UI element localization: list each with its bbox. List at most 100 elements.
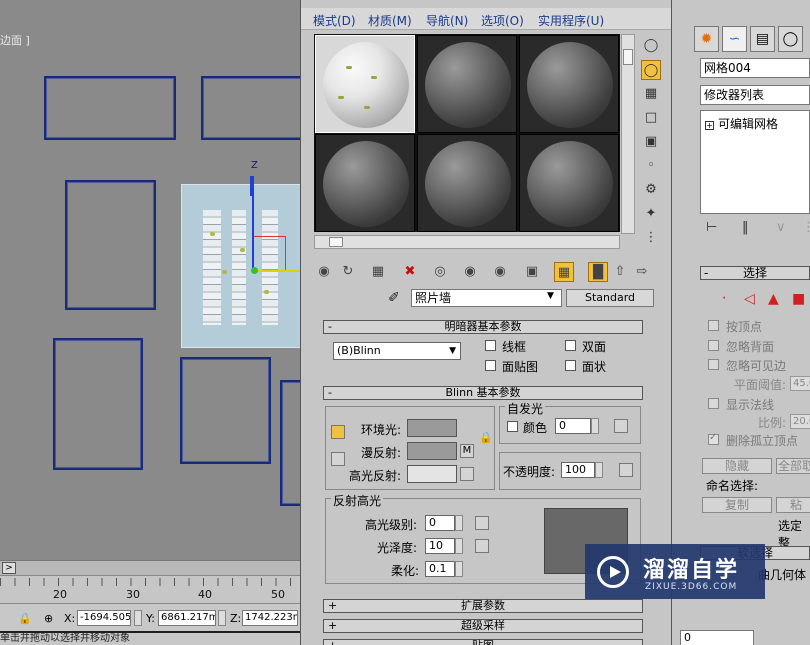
menu-utilities[interactable]: 实用程序(U) (538, 12, 604, 29)
diffuse-color-swatch[interactable] (407, 442, 457, 460)
soften-field[interactable]: 0.1 (425, 561, 455, 577)
object-name-field[interactable]: 网格004 (700, 58, 810, 78)
glossiness-spinner[interactable] (455, 538, 463, 554)
time-slider[interactable]: > (0, 560, 300, 575)
face-map-checkbox[interactable] (485, 360, 496, 371)
go-forward-sibling-icon[interactable]: ⇨ (632, 262, 652, 282)
absolute-mode-icon[interactable]: ⊕ (44, 612, 53, 625)
photo-frame[interactable] (180, 357, 271, 464)
material-name-field[interactable]: 照片墙 (411, 289, 562, 307)
photo-frame[interactable] (53, 338, 143, 470)
material-navigator-icon[interactable]: ⋮ (641, 228, 661, 248)
opacity-map-button[interactable] (619, 463, 633, 477)
specular-level-map-button[interactable] (475, 516, 489, 530)
sample-type-icon[interactable]: ◯ (641, 36, 661, 56)
ambient-lock-icon[interactable] (331, 425, 345, 439)
chevron-down-icon[interactable]: ▼ (547, 291, 554, 301)
maps-rollout[interactable]: + 贴图 (323, 639, 643, 645)
supersampling-rollout[interactable]: + 超级采样 (323, 619, 643, 633)
lock-icon[interactable]: 🔒 (18, 612, 32, 625)
motion-tab[interactable]: ◯ (778, 26, 803, 52)
show-normals-checkbox[interactable] (708, 398, 719, 409)
put-to-library-icon[interactable]: ◉ (490, 262, 510, 282)
material-type-button[interactable]: Standard (566, 289, 654, 307)
faceted-checkbox[interactable] (565, 360, 576, 371)
selection-rollout-header[interactable]: - 选择 (700, 266, 810, 280)
hierarchy-tab[interactable]: ▤ (750, 26, 775, 52)
polygon-icon[interactable]: ■ (792, 291, 805, 307)
specular-map-button[interactable] (460, 467, 474, 481)
ambient-color-swatch[interactable] (407, 419, 457, 437)
select-by-material-icon[interactable]: ✦ (641, 204, 661, 224)
specular-lock-icon[interactable] (331, 452, 345, 466)
self-illum-spinner[interactable] (591, 418, 599, 434)
opacity-spinner[interactable] (595, 462, 603, 478)
go-to-parent-icon[interactable]: ⇧ (610, 262, 630, 282)
ignore-visible-edges-checkbox[interactable] (708, 359, 719, 370)
lock-icon[interactable]: 🔒 (479, 431, 493, 444)
blinn-rollout-header[interactable]: - Blinn 基本参数 (323, 386, 643, 400)
specular-level-field[interactable]: 0 (425, 515, 455, 531)
show-end-result-icon[interactable]: ‖ (742, 220, 749, 235)
shader-rollout-header[interactable]: - 明暗器基本参数 (323, 320, 643, 334)
wire-checkbox[interactable] (485, 340, 496, 351)
assign-to-selection-icon[interactable]: ▦ (368, 262, 388, 282)
x-coordinate-field[interactable]: -1694.505 (77, 610, 131, 626)
specular-level-spinner[interactable] (455, 515, 463, 531)
show-end-result-icon[interactable]: █ (588, 262, 608, 282)
move-gizmo-plane[interactable] (254, 236, 286, 270)
diffuse-map-button[interactable]: M (460, 444, 474, 458)
ignore-backfacing-checkbox[interactable] (708, 340, 719, 351)
sample-slot[interactable] (315, 134, 415, 232)
planar-threshold-field[interactable]: 45.0 (790, 376, 810, 391)
time-next-button[interactable]: > (2, 562, 16, 574)
scale-field[interactable]: 20.0 (790, 414, 810, 429)
create-tab[interactable]: ✹ (694, 26, 719, 52)
backlight-icon[interactable]: ◯ (641, 60, 661, 80)
show-map-in-viewport-icon[interactable]: ▦ (554, 262, 574, 282)
face-icon[interactable]: ▲ (768, 291, 779, 307)
menu-material[interactable]: 材质(M) (368, 12, 412, 29)
sample-slot[interactable] (519, 134, 619, 232)
edge-icon[interactable]: ◁ (744, 291, 755, 307)
reset-material-icon[interactable]: ✖ (400, 262, 420, 282)
track-bar[interactable]: 20 30 40 50 (0, 575, 300, 603)
material-id-icon[interactable]: ▣ (522, 262, 542, 282)
glossiness-map-button[interactable] (475, 539, 489, 553)
soften-spinner[interactable] (455, 561, 463, 577)
make-copy-icon[interactable]: ◎ (430, 262, 450, 282)
move-gizmo-center[interactable] (251, 267, 258, 274)
make-preview-icon[interactable]: ◦ (641, 156, 661, 176)
sample-slot[interactable] (417, 35, 517, 133)
copy-button[interactable]: 复制 (702, 497, 772, 513)
slots-horizontal-scrollbar[interactable] (314, 235, 620, 249)
photo-frame[interactable] (65, 180, 156, 310)
bottom-value-field[interactable]: 0 (680, 630, 754, 645)
perspective-viewport[interactable]: 边面 ] Z (0, 0, 300, 560)
options-icon[interactable]: ⚙ (641, 180, 661, 200)
y-coordinate-field[interactable]: 6861.217m (158, 610, 216, 626)
sample-slot[interactable] (519, 35, 619, 133)
stack-item[interactable]: + 可编辑网格 (705, 115, 778, 132)
photo-frame[interactable] (280, 380, 300, 506)
get-material-icon[interactable]: ◉ (314, 262, 334, 282)
photo-frame[interactable] (44, 76, 176, 140)
make-unique-icon[interactable]: ◉ (460, 262, 480, 282)
video-color-check-icon[interactable]: ▣ (641, 132, 661, 152)
shader-dropdown[interactable]: (B)Blinn ▼ (333, 342, 461, 360)
photo-frame[interactable] (201, 76, 300, 140)
sample-slot[interactable] (417, 134, 517, 232)
glossiness-field[interactable]: 10 (425, 538, 455, 554)
scroll-thumb[interactable] (623, 49, 633, 65)
extended-params-rollout[interactable]: + 扩展参数 (323, 599, 643, 613)
slots-vertical-scrollbar[interactable] (621, 34, 635, 234)
move-gizmo-z-arrow[interactable] (250, 176, 254, 196)
background-icon[interactable]: ▦ (641, 84, 661, 104)
hide-button[interactable]: 隐藏 (702, 458, 772, 474)
make-unique-icon[interactable]: ∨ (776, 220, 786, 235)
vertex-icon[interactable]: ‧ (722, 291, 726, 307)
delete-isolated-checkbox[interactable]: ✓ (708, 432, 719, 445)
expand-icon[interactable]: + (705, 121, 714, 130)
pick-material-eyedropper-icon[interactable]: ✐ (388, 290, 400, 306)
opacity-field[interactable]: 100 (561, 462, 595, 478)
